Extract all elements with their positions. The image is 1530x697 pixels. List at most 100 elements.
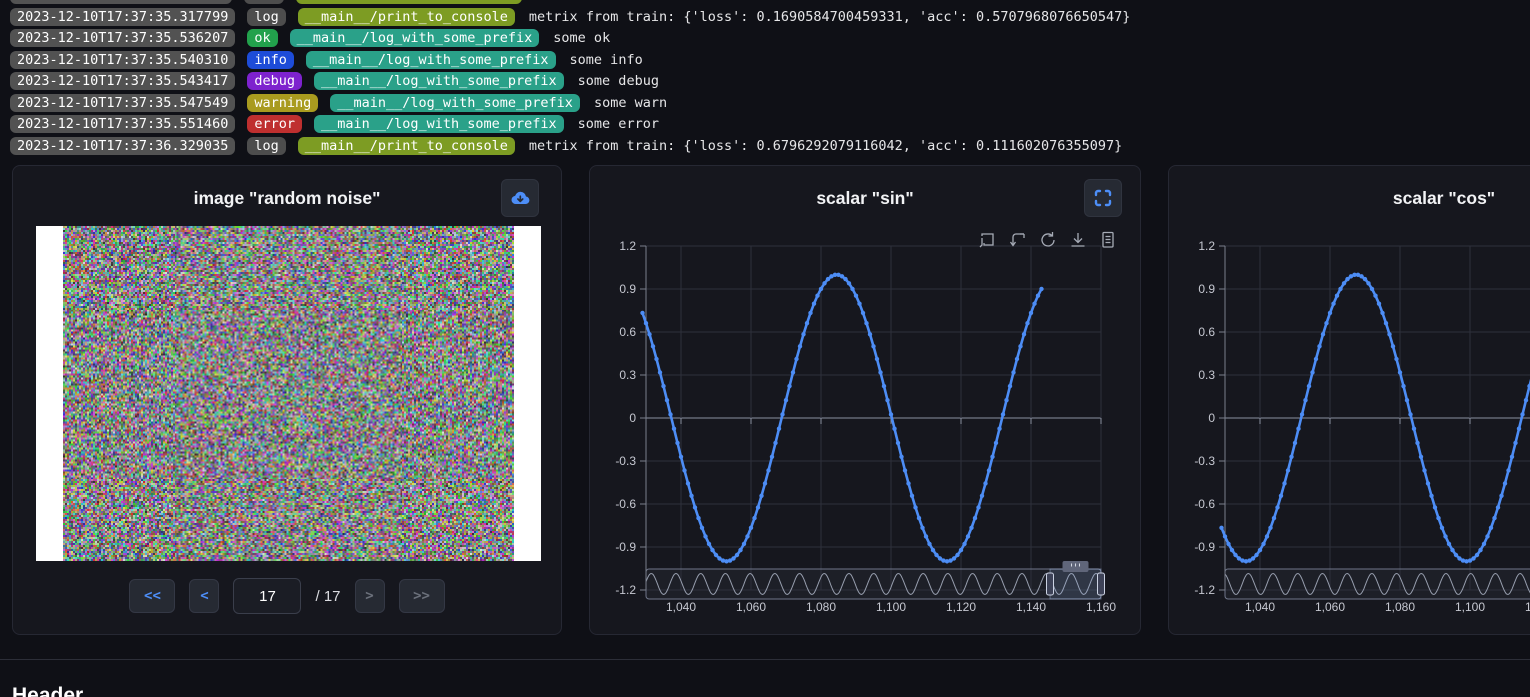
x-tick-label: 1,160 (1086, 600, 1116, 614)
sin-chart-title: scalar "sin" (590, 188, 1140, 209)
timestamp-badge: 2023-12-10T17:37:35.536207 (10, 29, 235, 47)
log-message: some ok (551, 30, 610, 46)
x-tick-label: 1,040 (666, 600, 696, 614)
cloud-download-icon (509, 187, 531, 209)
image-frame (36, 226, 541, 561)
random-noise-image (63, 226, 514, 561)
toolbox-data-view-button[interactable] (1098, 230, 1118, 250)
next-page-button[interactable]: > (355, 579, 385, 613)
log-level-badge: error (247, 115, 302, 133)
toolbox-zoom-back-button[interactable] (1008, 230, 1028, 250)
y-tick-label: -0.9 (1194, 540, 1215, 554)
datazoom-handle-right[interactable] (1098, 573, 1105, 595)
timestamp-badge: 2023-12-10T17:37:35.543417 (10, 72, 235, 90)
log-level-badge: info (247, 51, 294, 69)
x-tick-label: 1,100 (1455, 600, 1485, 614)
x-tick-label: 1,080 (806, 600, 836, 614)
log-source-badge: __main__/log_with_some_prefix (314, 72, 564, 90)
y-tick-label: -0.3 (1194, 454, 1215, 468)
y-tick-label: -0.6 (615, 497, 636, 511)
page-total-label: / 17 (315, 588, 340, 605)
section-divider (0, 659, 1530, 660)
image-card-title: image "random noise" (13, 188, 561, 209)
y-tick-label: 0.3 (619, 368, 636, 382)
y-tick-label: 0.6 (619, 325, 636, 339)
log-row-partial (10, 0, 522, 4)
y-tick-label: -0.6 (1194, 497, 1215, 511)
log-source-badge: __main__/log_with_some_prefix (314, 115, 564, 133)
y-tick-label: 1.2 (619, 239, 636, 253)
y-tick-label: -0.3 (615, 454, 636, 468)
y-tick-label: 0.9 (1198, 282, 1215, 296)
log-source-badge: __main__/log_with_some_prefix (290, 29, 540, 47)
log-message: some warn (592, 95, 667, 111)
log-source-badge: __main__/print_to_console (298, 137, 515, 155)
last-page-button[interactable]: >> (399, 579, 445, 613)
log-message: some debug (576, 73, 659, 89)
log-source-badge: __main__/print_to_console (298, 8, 515, 26)
page-number-input[interactable] (233, 578, 301, 614)
restore-icon (1038, 230, 1058, 250)
fullscreen-icon (1092, 187, 1114, 209)
x-tick-label: 1,140 (1016, 600, 1046, 614)
log-row: 2023-12-10T17:37:35.547549 warning __mai… (10, 94, 667, 112)
image-card: image "random noise" << < / 17 > >> (12, 165, 562, 635)
prev-page-button[interactable]: < (189, 579, 219, 613)
y-tick-label: 0.6 (1198, 325, 1215, 339)
save-image-icon (1068, 230, 1088, 250)
log-row: 2023-12-10T17:37:35.317799 log __main__/… (10, 8, 1130, 26)
log-row: 2023-12-10T17:37:35.540310 info __main__… (10, 51, 643, 69)
toolbox-restore-button[interactable] (1038, 230, 1058, 250)
log-level-badge: log (247, 8, 285, 26)
log-level-badge: ok (247, 29, 277, 47)
timestamp-badge: 2023-12-10T17:37:35.547549 (10, 94, 235, 112)
x-tick-label: 1,120 (946, 600, 976, 614)
scalar-cos-chart[interactable]: 1.20.90.60.30-0.3-0.6-0.9-1.21,0401,0601… (1169, 166, 1530, 636)
timestamp-badge: 2023-12-10T17:37:35.317799 (10, 8, 235, 26)
log-level-badge: log (247, 137, 285, 155)
log-level-badge: warning (247, 94, 318, 112)
x-tick-label: 1,060 (736, 600, 766, 614)
y-tick-label: -0.9 (615, 540, 636, 554)
x-tick-label: 1,060 (1315, 600, 1345, 614)
log-level-badge (244, 0, 284, 4)
log-message: some error (576, 116, 659, 132)
datazoom-handle-left[interactable] (1047, 573, 1054, 595)
timestamp-badge: 2023-12-10T17:37:35.551460 (10, 115, 235, 133)
data-view-icon (1098, 230, 1118, 250)
y-tick-label: 1.2 (1198, 239, 1215, 253)
log-row: 2023-12-10T17:37:35.551460 error __main_… (10, 115, 659, 133)
y-tick-label: -1.2 (615, 583, 636, 597)
toolbox-zoom-select-button[interactable] (978, 230, 998, 250)
x-tick-label: 1,100 (876, 600, 906, 614)
log-console: 2023-12-10T17:37:35.317799 log __main__/… (10, 0, 1530, 160)
y-tick-label: 0.9 (619, 282, 636, 296)
timestamp-badge: 2023-12-10T17:37:35.540310 (10, 51, 235, 69)
log-level-badge: debug (247, 72, 302, 90)
x-tick-label: 1,080 (1385, 600, 1415, 614)
datazoom-window[interactable] (1050, 569, 1101, 599)
x-tick-label: 1,120 (1525, 600, 1530, 614)
image-pagination: << < / 17 > >> (13, 578, 561, 614)
chart-toolbox (978, 230, 1118, 250)
log-message: metrix from train: {'loss': 0.6796292079… (527, 138, 1122, 154)
zoom-back-icon (1008, 230, 1028, 250)
y-tick-label: 0 (1208, 411, 1215, 425)
y-tick-label: -1.2 (1194, 583, 1215, 597)
first-page-button[interactable]: << (129, 579, 175, 613)
y-tick-label: 0 (629, 411, 636, 425)
fullscreen-button[interactable] (1084, 179, 1122, 217)
cos-chart-title: scalar "cos" (1169, 188, 1530, 209)
log-source-badge (296, 0, 522, 4)
log-source-badge: __main__/log_with_some_prefix (330, 94, 580, 112)
log-row: 2023-12-10T17:37:35.536207 ok __main__/l… (10, 29, 610, 47)
datazoom-slider[interactable] (1225, 561, 1530, 599)
datazoom-slider[interactable] (646, 561, 1105, 599)
zoom-select-icon (978, 230, 998, 250)
cloud-download-button[interactable] (501, 179, 539, 217)
y-tick-label: 0.3 (1198, 368, 1215, 382)
bottom-section-heading: Header (12, 684, 83, 697)
log-row: 2023-12-10T17:37:36.329035 log __main__/… (10, 137, 1122, 155)
log-row: 2023-12-10T17:37:35.543417 debug __main_… (10, 72, 659, 90)
toolbox-save-image-button[interactable] (1068, 230, 1088, 250)
